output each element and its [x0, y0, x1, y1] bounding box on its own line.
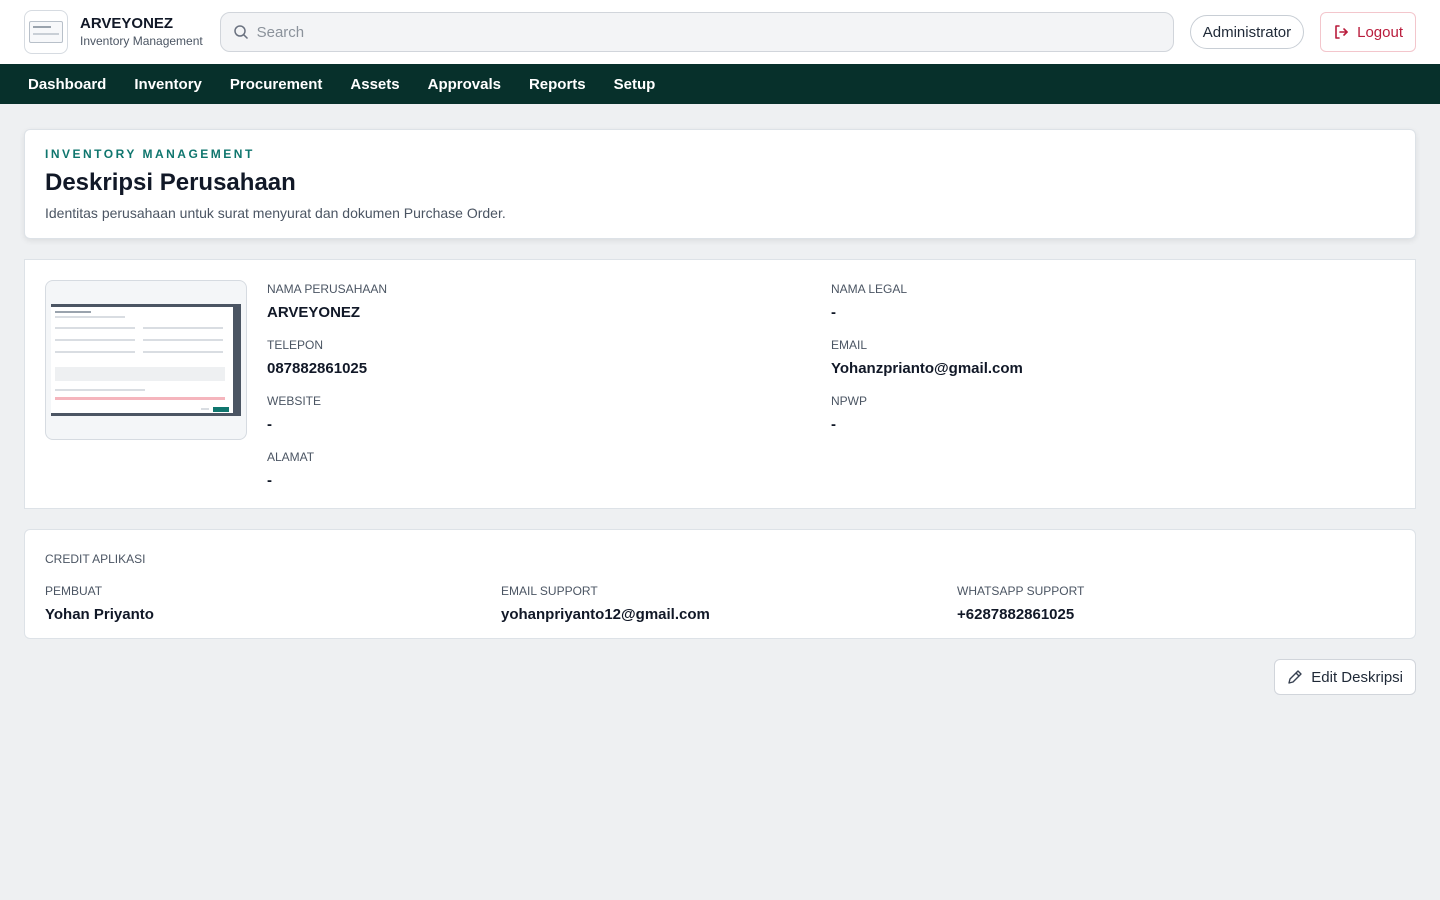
logout-button[interactable]: Logout: [1320, 12, 1416, 52]
field-label: TELEPON: [267, 338, 324, 352]
edit-description-button[interactable]: Edit Deskripsi: [1274, 659, 1416, 695]
credit-card: CREDIT APLIKASI PEMBUAT Yohan Priyanto E…: [24, 529, 1416, 639]
app-name: ARVEYONEZ: [80, 15, 174, 32]
edit-description-label: Edit Deskripsi: [1311, 668, 1403, 686]
company-fields: NAMA PERUSAHAAN ARVEYONEZ NAMA LEGAL - T…: [267, 280, 1395, 489]
field-value: Yohan Priyanto: [45, 606, 154, 623]
field-npwp: NPWP -: [831, 392, 1395, 448]
field-label: EMAIL SUPPORT: [501, 584, 598, 598]
field-value: +6287882861025: [957, 606, 1075, 623]
field-address: ALAMAT -: [267, 448, 831, 504]
field-company-name: NAMA PERUSAHAAN ARVEYONEZ: [267, 280, 831, 336]
field-value: -: [831, 304, 836, 321]
logout-icon: [1335, 25, 1348, 39]
nav-item-inventory[interactable]: Inventory: [134, 76, 202, 93]
field-value: ARVEYONEZ: [267, 304, 361, 321]
page-header-card: INVENTORY MANAGEMENT Deskripsi Perusahaa…: [24, 129, 1416, 239]
field-creator: PEMBUAT Yohan Priyanto: [45, 582, 501, 638]
credit-fields: PEMBUAT Yohan Priyanto EMAIL SUPPORT yoh…: [45, 582, 1395, 638]
field-label: NPWP: [831, 394, 867, 408]
field-phone: TELEPON 087882861025: [267, 336, 831, 392]
field-support-email: EMAIL SUPPORT yohanpriyanto12@gmail.com: [501, 582, 957, 638]
field-value: 087882861025: [267, 360, 368, 377]
field-whatsapp-support: WHATSAPP SUPPORT +6287882861025: [957, 582, 1413, 638]
logout-label: Logout: [1357, 23, 1403, 41]
field-label: ALAMAT: [267, 450, 315, 464]
top-bar: ARVEYONEZ Inventory Management Administr…: [0, 0, 1440, 64]
search-input[interactable]: [256, 23, 1137, 41]
app-subtitle: Inventory Management: [80, 34, 203, 48]
field-website: WEBSITE -: [267, 392, 831, 448]
field-email: EMAIL Yohanzprianto@gmail.com: [831, 336, 1395, 392]
page-title: Deskripsi Perusahaan: [45, 169, 296, 196]
nav-item-procurement[interactable]: Procurement: [230, 76, 323, 93]
nav-item-reports[interactable]: Reports: [529, 76, 586, 93]
app-logo: [24, 10, 68, 54]
field-label: PEMBUAT: [45, 584, 103, 598]
actions-bar: Edit Deskripsi: [24, 659, 1416, 695]
field-value: -: [831, 416, 836, 433]
main-content: INVENTORY MANAGEMENT Deskripsi Perusahaa…: [0, 104, 1440, 695]
field-label: EMAIL: [831, 338, 868, 352]
brand[interactable]: ARVEYONEZ Inventory Management: [24, 10, 220, 54]
field-label: NAMA PERUSAHAAN: [267, 282, 388, 296]
field-label: WHATSAPP SUPPORT: [957, 584, 1085, 598]
page-subtitle: Identitas perusahaan untuk surat menyura…: [45, 205, 506, 221]
search-bar[interactable]: [219, 12, 1174, 52]
company-logo-image: [45, 280, 247, 440]
field-value: yohanpriyanto12@gmail.com: [501, 606, 710, 623]
nav-item-setup[interactable]: Setup: [614, 76, 656, 93]
field-value: -: [267, 416, 272, 433]
field-value: Yohanzprianto@gmail.com: [831, 360, 1023, 377]
company-info-card: NAMA PERUSAHAAN ARVEYONEZ NAMA LEGAL - T…: [24, 259, 1416, 509]
search-icon: [233, 25, 248, 40]
nav-item-assets[interactable]: Assets: [350, 76, 399, 93]
nav-item-approvals[interactable]: Approvals: [428, 76, 501, 93]
nav-item-dashboard[interactable]: Dashboard: [28, 76, 106, 93]
field-legal-name: NAMA LEGAL -: [831, 280, 1395, 336]
page-eyebrow: INVENTORY MANAGEMENT: [45, 147, 255, 161]
credit-title: CREDIT APLIKASI: [45, 552, 146, 566]
field-value: -: [267, 472, 272, 489]
main-nav: Dashboard Inventory Procurement Assets A…: [0, 64, 1440, 104]
user-role-button[interactable]: Administrator: [1189, 15, 1305, 49]
pencil-icon: [1288, 670, 1302, 684]
field-label: WEBSITE: [267, 394, 322, 408]
field-label: NAMA LEGAL: [831, 282, 908, 296]
